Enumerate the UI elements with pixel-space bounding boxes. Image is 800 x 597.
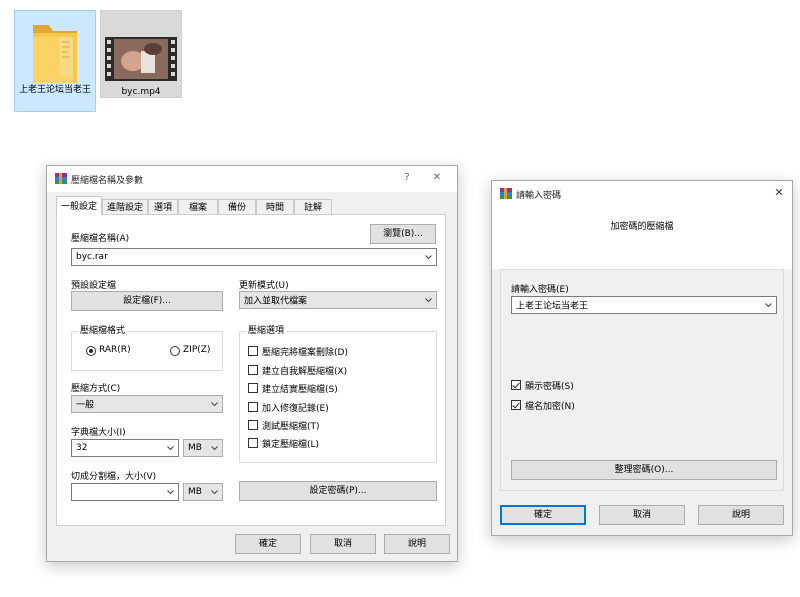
dictionary-unit-select[interactable]: MB: [183, 439, 223, 457]
winrar-app-icon: [55, 173, 67, 184]
delete-after-checkbox[interactable]: [248, 346, 258, 356]
zip-radio[interactable]: [170, 346, 180, 356]
tab-time[interactable]: 時間: [256, 199, 294, 215]
chevron-down-icon: [210, 400, 219, 409]
tab-comment[interactable]: 註解: [294, 199, 332, 215]
archive-name-label: 壓縮檔名稱(A): [71, 234, 130, 244]
folder-desktop-icon[interactable]: 上老王论坛当老王: [14, 10, 96, 112]
zip-label: ZIP(Z): [183, 345, 211, 355]
help-button[interactable]: 說明: [698, 505, 784, 525]
video-desktop-icon[interactable]: byc.mp4: [100, 10, 182, 98]
title-bar: 壓縮檔名稱及參數 ? ✕: [47, 166, 457, 192]
chevron-down-icon: [166, 444, 175, 453]
tab-advanced[interactable]: 進階設定: [102, 199, 148, 215]
cancel-button[interactable]: 取消: [599, 505, 685, 525]
tab-backup[interactable]: 備份: [218, 199, 256, 215]
enter-password-label: 請輸入密碼(E): [511, 285, 569, 295]
split-unit-value: MB: [188, 487, 202, 497]
chevron-down-icon: [166, 488, 175, 497]
compression-method-value: 一般: [76, 400, 95, 411]
test-archive-checkbox[interactable]: [248, 420, 258, 430]
password-combobox[interactable]: 上老王论坛当老王: [511, 296, 777, 314]
set-password-button[interactable]: 設定密碼(P)...: [239, 481, 437, 501]
solid-checkbox[interactable]: [248, 383, 258, 393]
option-label: 建立結實壓縮檔(S): [262, 385, 338, 395]
video-thumbnail-icon: [105, 37, 177, 81]
archive-format-group: 壓縮檔格式 RAR(R) ZIP(Z): [71, 326, 223, 371]
profiles-button[interactable]: 設定檔(F)...: [71, 291, 223, 311]
chevron-down-icon: [424, 253, 433, 262]
password-header-text: 加密碼的壓縮檔: [610, 222, 674, 232]
dialog-title: 壓縮檔名稱及參數: [71, 176, 144, 186]
split-size-combobox[interactable]: [71, 483, 179, 501]
sfx-checkbox[interactable]: [248, 365, 258, 375]
general-tab-panel: 壓縮檔名稱(A) 瀏覽(B)... byc.rar 預設設定檔 設定檔(F)..…: [56, 214, 446, 526]
browse-button[interactable]: 瀏覽(B)...: [370, 224, 436, 244]
lock-archive-checkbox[interactable]: [248, 438, 258, 448]
tab-options[interactable]: 選項: [148, 199, 178, 215]
chevron-down-icon: [764, 301, 773, 310]
archiving-options-group: 壓縮選項 壓縮完將檔案刪除(D) 建立自我解壓縮檔(X) 建立結實壓縮檔(S) …: [239, 326, 437, 463]
update-mode-label: 更新模式(U): [239, 281, 289, 291]
chevron-down-icon: [424, 296, 433, 305]
close-button[interactable]: ✕: [772, 186, 786, 199]
dictionary-size-label: 字典檔大小(I): [71, 428, 126, 438]
ok-button[interactable]: 確定: [235, 534, 301, 554]
tab-files[interactable]: 檔案: [178, 199, 218, 215]
help-button[interactable]: 說明: [384, 534, 450, 554]
update-mode-select[interactable]: 加入並取代檔案: [239, 291, 437, 309]
folder-label: 上老王论坛当老王: [18, 85, 91, 95]
video-label: byc.mp4: [121, 87, 161, 97]
archive-format-title: 壓縮檔格式: [78, 326, 128, 337]
split-size-label: 切成分割檔，大小(V): [71, 472, 157, 482]
split-unit-select[interactable]: MB: [183, 483, 223, 501]
winrar-app-icon: [500, 188, 512, 199]
update-mode-value: 加入並取代檔案: [244, 296, 308, 307]
show-password-checkbox[interactable]: [511, 380, 521, 390]
title-bar: 請輸入密碼 ✕: [492, 181, 792, 207]
archive-name-value: byc.rar: [76, 252, 108, 262]
dialog-title: 請輸入密碼: [516, 191, 562, 201]
option-label: 加入修復記錄(E): [262, 404, 329, 414]
dictionary-size-value: 32: [76, 443, 88, 453]
option-label: 測試壓縮檔(T): [262, 422, 320, 432]
encrypt-filenames-label: 檔名加密(N): [525, 402, 575, 412]
password-header-area: 加密碼的壓縮檔: [492, 207, 792, 269]
compression-method-select[interactable]: 一般: [71, 395, 223, 413]
tab-strip: 一般設定 進階設定 選項 檔案 備份 時間 註解: [56, 196, 446, 215]
enter-password-dialog: 請輸入密碼 ✕ 加密碼的壓縮檔 請輸入密碼(E) 上老王论坛当老王 顯示密碼(S…: [491, 180, 793, 536]
password-panel: 請輸入密碼(E) 上老王论坛当老王 顯示密碼(S) 檔名加密(N) 整理密碼(O…: [500, 269, 784, 491]
rar-radio[interactable]: [86, 346, 96, 356]
password-value: 上老王论坛当老王: [516, 301, 589, 312]
option-label: 鎖定壓縮檔(L): [262, 440, 320, 450]
organize-passwords-button[interactable]: 整理密碼(O)...: [511, 460, 777, 480]
chevron-down-icon: [210, 488, 219, 497]
help-title-button[interactable]: ?: [400, 172, 414, 183]
archiving-options-title: 壓縮選項: [246, 326, 287, 337]
compression-method-label: 壓縮方式(C): [71, 384, 121, 394]
close-button[interactable]: ✕: [430, 172, 444, 183]
profile-label: 預設設定檔: [71, 281, 117, 291]
archive-name-combobox[interactable]: byc.rar: [71, 248, 437, 266]
chevron-down-icon: [210, 444, 219, 453]
option-label: 壓縮完將檔案刪除(D): [262, 348, 348, 358]
option-label: 建立自我解壓縮檔(X): [262, 367, 348, 377]
rar-label: RAR(R): [99, 345, 131, 355]
dictionary-size-combobox[interactable]: 32: [71, 439, 179, 457]
show-password-label: 顯示密碼(S): [525, 382, 574, 392]
tab-general[interactable]: 一般設定: [56, 196, 102, 215]
folder-icon: [33, 25, 77, 83]
archive-settings-dialog: 壓縮檔名稱及參數 ? ✕ 一般設定 進階設定 選項 檔案 備份 時間 註解 壓縮…: [46, 165, 458, 562]
dictionary-unit-value: MB: [188, 443, 202, 453]
cancel-button[interactable]: 取消: [310, 534, 376, 554]
encrypt-filenames-checkbox[interactable]: [511, 400, 521, 410]
ok-button[interactable]: 確定: [500, 505, 586, 525]
recovery-record-checkbox[interactable]: [248, 402, 258, 412]
